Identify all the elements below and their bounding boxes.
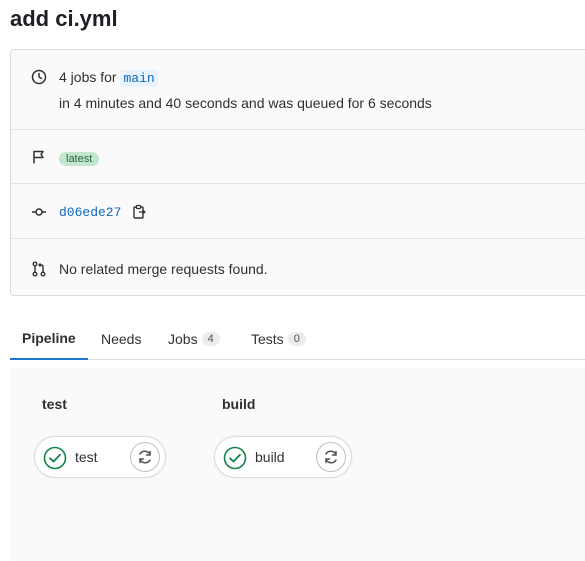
tab-pipeline-label: Pipeline (22, 330, 76, 346)
tab-jobs[interactable]: Jobs 4 (156, 318, 232, 360)
duration-text: in 4 minutes and 40 seconds and was queu… (59, 95, 432, 111)
job-build[interactable]: build (214, 436, 352, 478)
pipeline-summary-row: 4 jobs for main in 4 minutes and 40 seco… (11, 50, 585, 130)
page-title: add ci.yml (10, 6, 118, 31)
tab-jobs-label: Jobs (168, 331, 198, 347)
status-success-icon (43, 446, 67, 470)
retry-button[interactable] (130, 442, 160, 472)
retry-button[interactable] (316, 442, 346, 472)
commit-row: d06ede27 (11, 184, 585, 239)
job-name: build (255, 449, 285, 465)
pipeline-tabs: Pipeline Needs Jobs 4 Tests 0 (10, 318, 585, 360)
latest-badge: latest (59, 152, 100, 166)
retry-icon (139, 450, 151, 464)
flag-icon (31, 149, 47, 165)
tab-needs-label: Needs (101, 331, 142, 347)
copy-icon[interactable] (131, 204, 147, 220)
job-test[interactable]: test (34, 436, 166, 478)
merge-requests-row: No related merge requests found. (11, 239, 585, 297)
pipeline-badges-row: latest (11, 130, 585, 184)
stage-title-test: test (42, 396, 67, 412)
tab-tests[interactable]: Tests 0 (239, 318, 318, 360)
tab-pipeline[interactable]: Pipeline (10, 318, 88, 360)
tests-count-badge: 0 (287, 332, 306, 346)
commit-sha-link[interactable]: d06ede27 (59, 205, 121, 220)
branch-link[interactable]: main (120, 70, 158, 87)
jobs-count-text: 4 jobs for (59, 69, 117, 85)
job-name: test (75, 449, 98, 465)
commit-icon (31, 204, 47, 220)
merge-request-icon (31, 261, 47, 277)
tab-needs[interactable]: Needs (89, 318, 153, 360)
jobs-count-badge: 4 (201, 332, 220, 346)
tab-tests-label: Tests (251, 331, 284, 347)
pipeline-info-card: 4 jobs for main in 4 minutes and 40 seco… (10, 49, 585, 296)
stage-title-build: build (222, 396, 256, 412)
status-success-icon (223, 446, 247, 470)
pipeline-graph: test test build build (10, 368, 585, 561)
retry-icon (325, 450, 337, 464)
clock-icon (31, 69, 47, 85)
merge-requests-text: No related merge requests found. (59, 261, 268, 277)
